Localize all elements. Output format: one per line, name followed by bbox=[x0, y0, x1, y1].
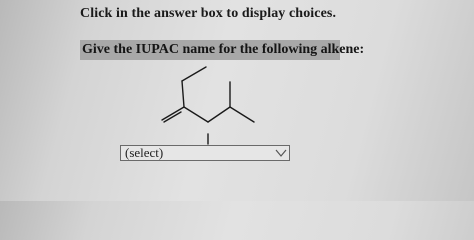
double-bond-outer bbox=[161, 106, 185, 121]
bond-c3-c4 bbox=[207, 106, 231, 123]
answer-select-box[interactable]: (select) bbox=[120, 145, 290, 161]
alkene-structure-diagram bbox=[161, 66, 255, 145]
bond-c4-c5 bbox=[229, 106, 255, 123]
question-prompt: Give the IUPAC name for the following al… bbox=[80, 40, 364, 60]
chevron-down-icon bbox=[275, 149, 287, 157]
answer-select-value: (select) bbox=[125, 145, 164, 160]
bond-ethyl-to-c2 bbox=[181, 80, 185, 108]
instruction-text: Click in the answer box to display choic… bbox=[80, 6, 337, 21]
bond-ethyl-terminal bbox=[181, 66, 207, 82]
bond-c2-c3 bbox=[183, 106, 209, 123]
